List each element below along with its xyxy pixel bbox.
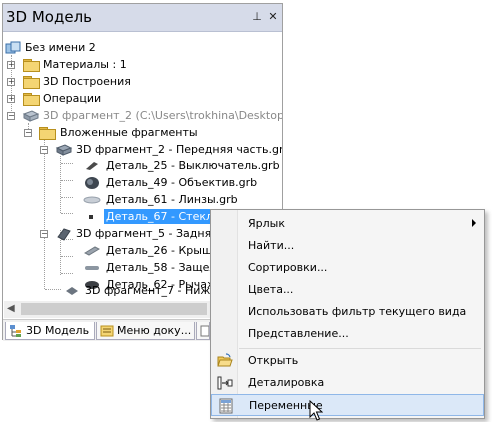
menu-item-detail[interactable]: Деталировка — [211, 372, 484, 394]
page-icon — [200, 325, 209, 337]
tree-node-label: Материалы : 1 — [43, 58, 127, 71]
tab-3d-model[interactable]: 3D Модель — [5, 322, 95, 340]
fragment-icon — [55, 144, 73, 156]
collapse-icon[interactable]: − — [40, 230, 48, 238]
expand-icon[interactable]: + — [7, 61, 15, 69]
folder-icon — [23, 93, 40, 106]
menu-item-colors[interactable]: Цвета... — [211, 279, 484, 301]
collapse-icon[interactable]: − — [40, 146, 48, 154]
menu-item-view[interactable]: Представление... — [211, 323, 484, 345]
part-switch-icon — [86, 162, 98, 170]
expand-icon[interactable]: + — [7, 78, 15, 86]
assembly-icon — [5, 41, 21, 54]
tree-node-part[interactable]: Деталь_49 - Объектив.grb — [3, 175, 282, 192]
open-folder-icon — [217, 353, 233, 367]
mouse-pointer-icon — [309, 400, 323, 421]
tree-node-label: Деталь_26 - Крышка — [106, 244, 226, 257]
horizontal-scrollbar[interactable]: ◀ — [4, 301, 213, 318]
menu-separator — [239, 348, 481, 349]
menu-item-label[interactable]: Ярлык — [211, 213, 484, 235]
tree-structure-icon — [10, 325, 21, 337]
part-lens-icon — [85, 177, 99, 189]
tab-document-menu[interactable]: Меню доку... — [96, 322, 195, 340]
part-cover-icon — [84, 246, 100, 256]
tree-node-root[interactable]: Без имени 2 — [3, 40, 278, 57]
fragment-icon — [66, 287, 78, 295]
tree-node-part[interactable]: Деталь_25 - Выключатель.grb — [3, 158, 282, 175]
scroll-left-icon[interactable]: ◀ — [7, 303, 15, 314]
menu-item-sort[interactable]: Сортировки... — [211, 257, 484, 279]
tree-node-nested[interactable]: − Вложенные фрагменты — [3, 125, 278, 142]
tab-more[interactable] — [196, 322, 210, 340]
context-menu: Ярлык Найти... Сортировки... Цвета... Ис… — [210, 209, 485, 419]
menu-item-text: Деталировка — [248, 376, 325, 389]
menu-item-use-filter[interactable]: Использовать фильтр текущего вида — [211, 301, 484, 323]
menu-item-open[interactable]: Открыть — [211, 350, 484, 372]
detailing-icon — [217, 376, 233, 390]
tree-node-part[interactable]: Деталь_61 - Линзы.grb — [3, 192, 282, 209]
tree-node-label: 3D фрагмент_5 - Задняя — [76, 227, 218, 240]
menu-item-variables[interactable]: Переменные — [211, 394, 484, 416]
pin-icon[interactable]: ⊥ — [251, 11, 263, 23]
tree-node-label: Без имени 2 — [25, 41, 96, 54]
fragment-icon — [57, 228, 71, 241]
tab-label: Меню доку... — [117, 324, 192, 337]
tree-node-label: Операции — [43, 92, 102, 105]
menu-item-text: Использовать фильтр текущего вида — [248, 305, 467, 318]
tree-node-label: Деталь_58 - Защелк — [106, 261, 224, 274]
close-icon[interactable]: ✕ — [267, 11, 279, 23]
tree-node-fragment2[interactable]: − 3D фрагмент_2 (C:\Users\trokhina\Deskt… — [3, 108, 282, 125]
folder-icon — [23, 59, 40, 72]
collapse-icon[interactable]: − — [7, 112, 15, 120]
tree-node-label: 3D фрагмент_2 (C:\Users\trokhina\Desktop… — [43, 109, 282, 122]
tree-node-label: 3D фрагмент_7 - Нижня — [85, 284, 225, 297]
panel-title: 3D Модель — [6, 8, 93, 26]
tree-node-label: Вложенные фрагменты — [60, 126, 198, 139]
menu-item-text: Представление... — [248, 327, 349, 340]
collapse-icon[interactable]: − — [24, 129, 32, 137]
folder-icon — [39, 127, 56, 140]
part-lenses-icon — [83, 196, 101, 204]
variables-table-icon — [219, 398, 233, 414]
part-glass-icon — [89, 215, 93, 219]
tab-label: 3D Модель — [26, 324, 90, 337]
tree-node-label: Деталь_49 - Объектив.grb — [106, 176, 258, 189]
document-menu-icon — [100, 325, 114, 337]
tree-node-constructions[interactable]: + 3D Построения — [3, 74, 278, 91]
expand-icon[interactable]: + — [7, 95, 15, 103]
submenu-arrow-icon — [472, 219, 476, 227]
menu-item-text: Открыть — [248, 354, 299, 367]
tree-node-sub-front[interactable]: − 3D фрагмент_2 - Передняя часть.grb — [3, 142, 282, 159]
scrollbar-thumb[interactable] — [21, 303, 207, 315]
tree-node-label: 3D фрагмент_2 - Передняя часть.grb — [76, 143, 282, 156]
panel-titlebar: 3D Модель ⊥ ✕ — [3, 4, 282, 32]
menu-item-text: Ярлык — [248, 217, 285, 230]
tree-node-label: Деталь_25 - Выключатель.grb — [106, 159, 280, 172]
folder-icon — [23, 76, 40, 89]
tree-node-operations[interactable]: + Операции — [3, 91, 278, 108]
part-latch-icon — [85, 266, 99, 270]
fragment-icon — [22, 110, 40, 122]
tree-node-label: Деталь_61 - Линзы.grb — [106, 193, 238, 206]
menu-item-text: Найти... — [248, 239, 295, 252]
menu-item-text: Цвета... — [248, 283, 294, 296]
tree-node-materials[interactable]: + Материалы : 1 — [3, 57, 278, 74]
menu-item-find[interactable]: Найти... — [211, 235, 484, 257]
tree-node-label: 3D Построения — [43, 75, 131, 88]
menu-item-text: Сортировки... — [248, 261, 328, 274]
